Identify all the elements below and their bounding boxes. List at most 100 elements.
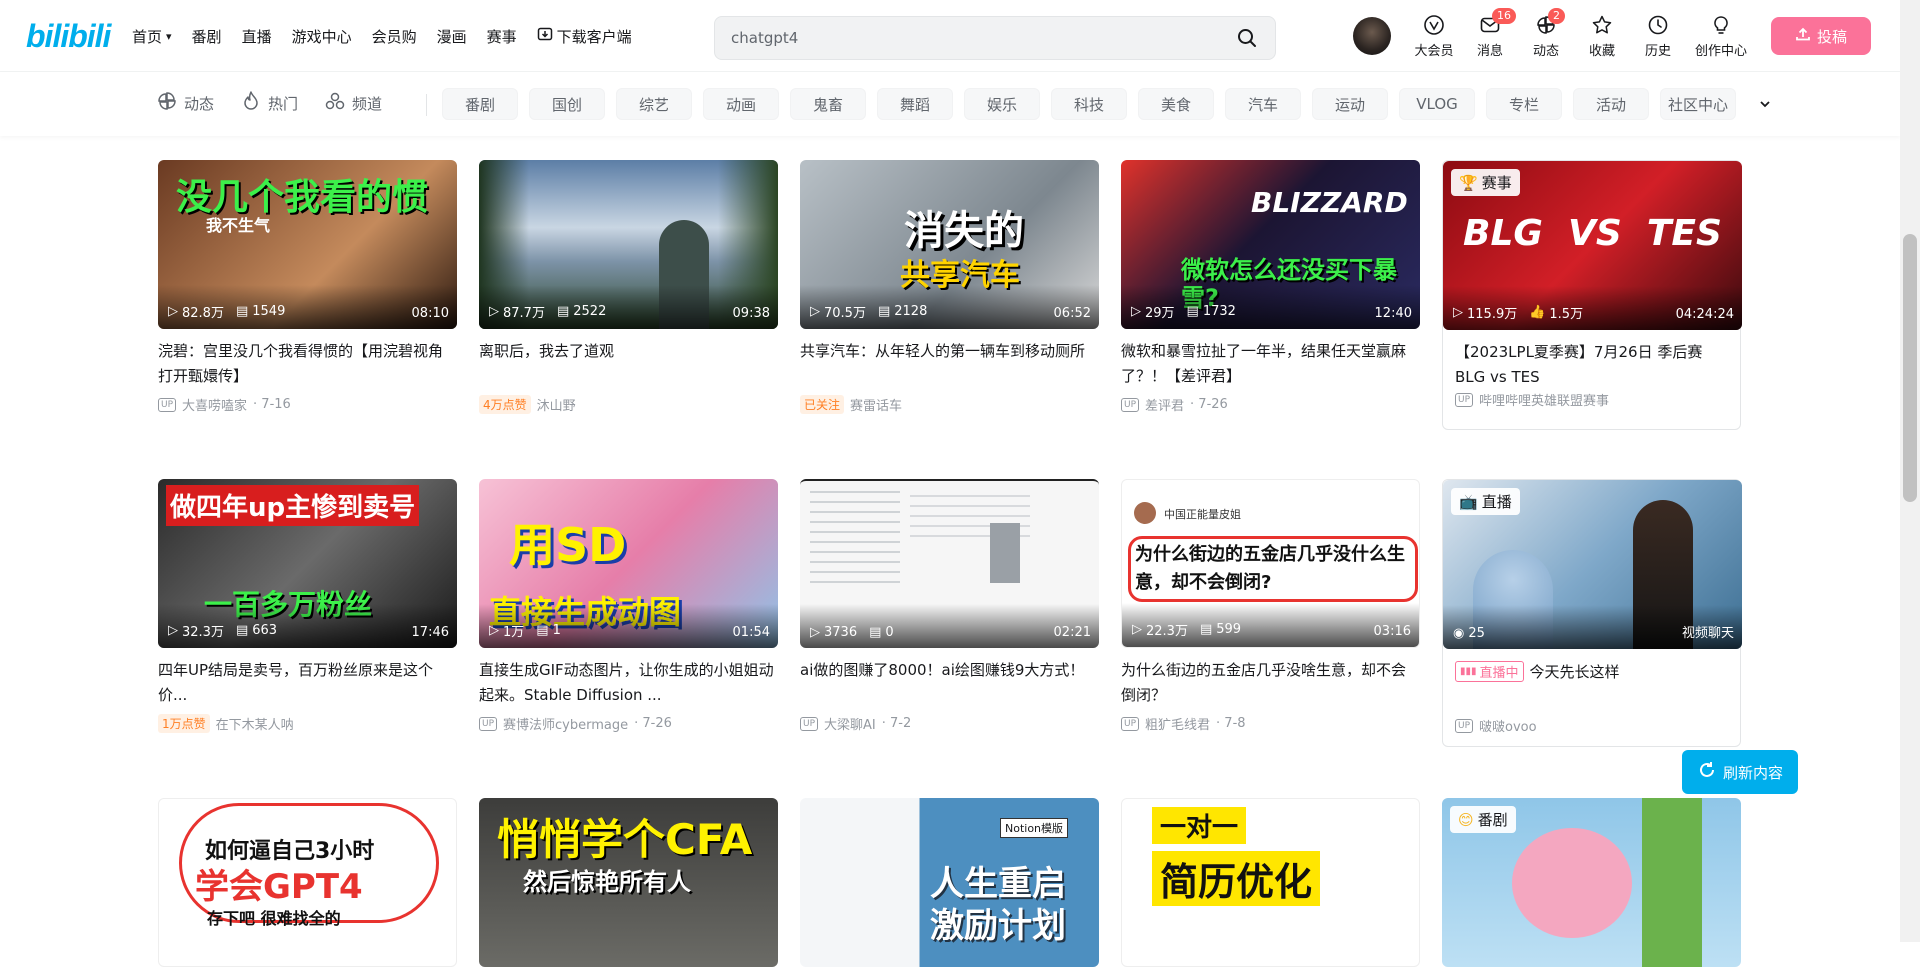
nav-shop[interactable]: 会员购 — [362, 26, 427, 47]
pill-anime[interactable]: 番剧 — [442, 88, 518, 120]
plays-stat: ▷ 82.8万 — [168, 302, 224, 321]
pill-food[interactable]: 美食 — [1138, 88, 1214, 120]
video-thumbnail[interactable]: 没几个我看的惯 我不生气 ▷ 82.8万 ▤ 1549 08:10 — [158, 160, 457, 329]
video-author[interactable]: 哔哩哔哩英雄联盟赛事 — [1479, 390, 1609, 409]
pill-sports[interactable]: 运动 — [1312, 88, 1388, 120]
danmaku-count: 1732 — [1202, 304, 1236, 319]
nav-game-center[interactable]: 游戏中心 — [282, 26, 362, 47]
nav-home[interactable]: 首页 ▾ — [122, 26, 182, 47]
thumbnail-caption: BLG VS TES — [1463, 213, 1722, 254]
video-card[interactable]: BLIZZARD 微软怎么还没买下暴雪? ▷29万 ▤1732 12:40 微软… — [1121, 160, 1420, 414]
notion-tag: Notion模版 — [1000, 818, 1069, 838]
nav-anime[interactable]: 番剧 — [182, 26, 232, 47]
video-card[interactable]: 没几个我看的惯 我不生气 ▷ 82.8万 ▤ 1549 08:10 浣碧：宫里没几个… — [158, 160, 457, 414]
nav-favorites[interactable]: 收藏 — [1574, 12, 1630, 59]
video-title[interactable]: 【2023LPL夏季赛】7月26日 季后赛 BLG vs TES — [1443, 340, 1740, 390]
channel-channels[interactable]: 频道 — [324, 90, 382, 116]
video-thumbnail[interactable]: 用SD 直接生成动图 ▷1万 ▤1 01:54 — [479, 479, 778, 648]
video-thumbnail[interactable]: 消失的 共享汽车 ▷ 70.5万 ▤ 2128 06:52 — [800, 160, 1099, 329]
esports-card[interactable]: 🏆 赛事 BLG VS TES ▷ 115.9万 👍 1.5万 04:24:24 【2… — [1442, 160, 1742, 430]
chevron-down-icon[interactable] — [1758, 96, 1772, 115]
pill-variety[interactable]: 综艺 — [616, 88, 692, 120]
video-author[interactable]: 差评君 — [1145, 395, 1184, 414]
channel-bar: 动态 热门 频道 番剧 国创 综艺 动画 鬼畜 舞蹈 娱乐 科技 美食 汽车 运… — [0, 72, 1900, 136]
video-card[interactable]: 用SD 直接生成动图 ▷1万 ▤1 01:54 直接生成GIF动态图片，让你生成… — [479, 479, 778, 733]
video-author[interactable]: 赛博法师cybermage — [503, 714, 628, 733]
video-card[interactable]: ▷ 3736 ▤ 0 02:21 ai做的图赚了8000！ai绘图赚钱9大方式！ U… — [800, 479, 1099, 733]
pill-vlog[interactable]: VLOG — [1399, 88, 1475, 120]
video-thumbnail[interactable]: BLIZZARD 微软怎么还没买下暴雪? ▷29万 ▤1732 12:40 — [1121, 160, 1420, 329]
pill-animation[interactable]: 动画 — [703, 88, 779, 120]
pill-guochuang[interactable]: 国创 — [529, 88, 605, 120]
video-thumbnail[interactable]: 做四年up主惨到卖号 一百多万粉丝 ▷32.3万 ▤663 17:46 — [158, 479, 457, 648]
live-thumbnail[interactable]: 📺 直播 ◉ 25 视频聊天 — [1443, 480, 1742, 649]
video-thumbnail[interactable]: 中国正能量皮姐 为什么街边的五金店几乎没什么生意，却不会倒闭? ▷ 22.3万 ▤… — [1121, 479, 1420, 648]
nav-download-client[interactable]: 下载客户端 — [527, 26, 642, 47]
video-title[interactable]: 四年UP结局是卖号，百万粉丝原来是这个价... — [158, 658, 457, 708]
video-title[interactable]: 浣碧：宫里没几个我看得惯的【用浣碧视角打开甄嬛传】 — [158, 339, 457, 389]
pill-tech[interactable]: 科技 — [1051, 88, 1127, 120]
video-thumbnail[interactable]: ▷ 87.7万 ▤ 2522 09:38 — [479, 160, 778, 329]
channel-hot[interactable]: 热门 — [240, 90, 298, 116]
live-card[interactable]: 📺 直播 ◉ 25 视频聊天 ▮▮▮ 直播中 今天先长这样 UP 啵啵ovoo — [1442, 479, 1742, 747]
video-meta: UP 啵啵ovoo — [1443, 716, 1740, 735]
search-icon[interactable] — [1235, 26, 1259, 50]
channel-dynamic[interactable]: 动态 — [156, 90, 214, 116]
live-title[interactable]: 今天先长这样 — [1530, 661, 1620, 682]
pill-entertainment[interactable]: 娱乐 — [964, 88, 1040, 120]
thumbnail-character — [1512, 828, 1632, 938]
nav-esports[interactable]: 赛事 — [477, 26, 527, 47]
video-card[interactable]: ▷ 87.7万 ▤ 2522 09:38 离职后，我去了道观 4万点赞 沐山野 — [479, 160, 778, 414]
scrollbar-thumb[interactable] — [1903, 234, 1917, 502]
nav-history[interactable]: 历史 — [1630, 12, 1686, 59]
refresh-content-button[interactable]: 刷新内容 — [1682, 750, 1798, 794]
danmaku-stat: ▤ 1549 — [236, 304, 285, 319]
pill-dance[interactable]: 舞蹈 — [877, 88, 953, 120]
video-author[interactable]: 啵啵ovoo — [1479, 716, 1537, 735]
video-stats: ▷ 32.3万 ▤ 663 — [168, 621, 277, 640]
followed-badge: 已关注 — [800, 395, 845, 414]
video-card[interactable]: 中国正能量皮姐 为什么街边的五金店几乎没什么生意，却不会倒闭? ▷ 22.3万 ▤… — [1121, 479, 1420, 733]
danmaku-count: 1 — [552, 623, 561, 638]
video-author[interactable]: 大梁聊AI — [824, 714, 876, 733]
video-author[interactable]: 在下木某人呐 — [216, 714, 294, 733]
video-thumbnail[interactable]: 🏆 赛事 BLG VS TES ▷ 115.9万 👍 1.5万 04:24:24 — [1443, 161, 1742, 330]
upload-button[interactable]: 投稿 — [1771, 17, 1871, 55]
history-icon — [1647, 12, 1669, 38]
nav-live[interactable]: 直播 — [232, 26, 282, 47]
thumbnail-caption: BLIZZARD — [1251, 186, 1408, 219]
video-title[interactable]: 微软和暴雪拉扯了一年半，结果任天堂赢麻了？！【差评君】 — [1121, 339, 1420, 389]
video-author[interactable]: 赛雷话车 — [850, 395, 902, 414]
video-title[interactable]: 直接生成GIF动态图片，让你生成的小姐姐动起来。Stable Diffusion… — [479, 658, 778, 708]
nav-dynamic[interactable]: 2 动态 — [1518, 8, 1574, 59]
search-input[interactable] — [731, 29, 1235, 47]
pill-column[interactable]: 专栏 — [1486, 88, 1562, 120]
video-card[interactable]: 做四年up主惨到卖号 一百多万粉丝 ▷32.3万 ▤663 17:46 四年UP… — [158, 479, 457, 733]
video-title[interactable]: 为什么街边的五金店几乎没啥生意，却不会倒闭？ — [1121, 658, 1420, 708]
video-date: · 7-2 — [881, 716, 912, 731]
pill-activity[interactable]: 活动 — [1573, 88, 1649, 120]
video-author[interactable]: 大喜唠嗑家 — [182, 395, 247, 414]
video-title[interactable]: 离职后，我去了道观 — [479, 339, 778, 389]
star-icon — [1591, 12, 1613, 38]
video-card[interactable]: 消失的 共享汽车 ▷ 70.5万 ▤ 2128 06:52 共享汽车：从年轻人的第一… — [800, 160, 1099, 414]
pill-community[interactable]: 社区中心 — [1660, 88, 1736, 120]
viewers-stat: ◉ 25 — [1453, 626, 1485, 641]
user-avatar[interactable] — [1353, 17, 1391, 55]
nav-manga[interactable]: 漫画 — [427, 26, 477, 47]
bilibili-logo[interactable]: bilibili — [26, 18, 111, 55]
pill-kichiku[interactable]: 鬼畜 — [790, 88, 866, 120]
nav-creator-center[interactable]: 创作中心 — [1686, 12, 1756, 59]
play-icon: ▷ — [810, 625, 820, 640]
nav-messages[interactable]: 16 消息 — [1462, 8, 1518, 59]
nav-vip[interactable]: 大会员 — [1406, 12, 1462, 59]
pill-car[interactable]: 汽车 — [1225, 88, 1301, 120]
video-title[interactable]: ai做的图赚了8000！ai绘图赚钱9大方式！ — [800, 658, 1099, 708]
video-thumbnail[interactable]: ▷ 3736 ▤ 0 02:21 — [800, 479, 1099, 648]
video-duration: 17:46 — [411, 625, 449, 640]
video-meta: UP 哔哩哔哩英雄联盟赛事 — [1443, 390, 1740, 409]
video-author[interactable]: 沐山野 — [537, 395, 576, 414]
plays-stat: ▷ 70.5万 — [810, 302, 866, 321]
video-title[interactable]: 共享汽车：从年轻人的第一辆车到移动厕所 — [800, 339, 1099, 389]
video-author[interactable]: 粗犷毛线君 — [1145, 714, 1210, 733]
